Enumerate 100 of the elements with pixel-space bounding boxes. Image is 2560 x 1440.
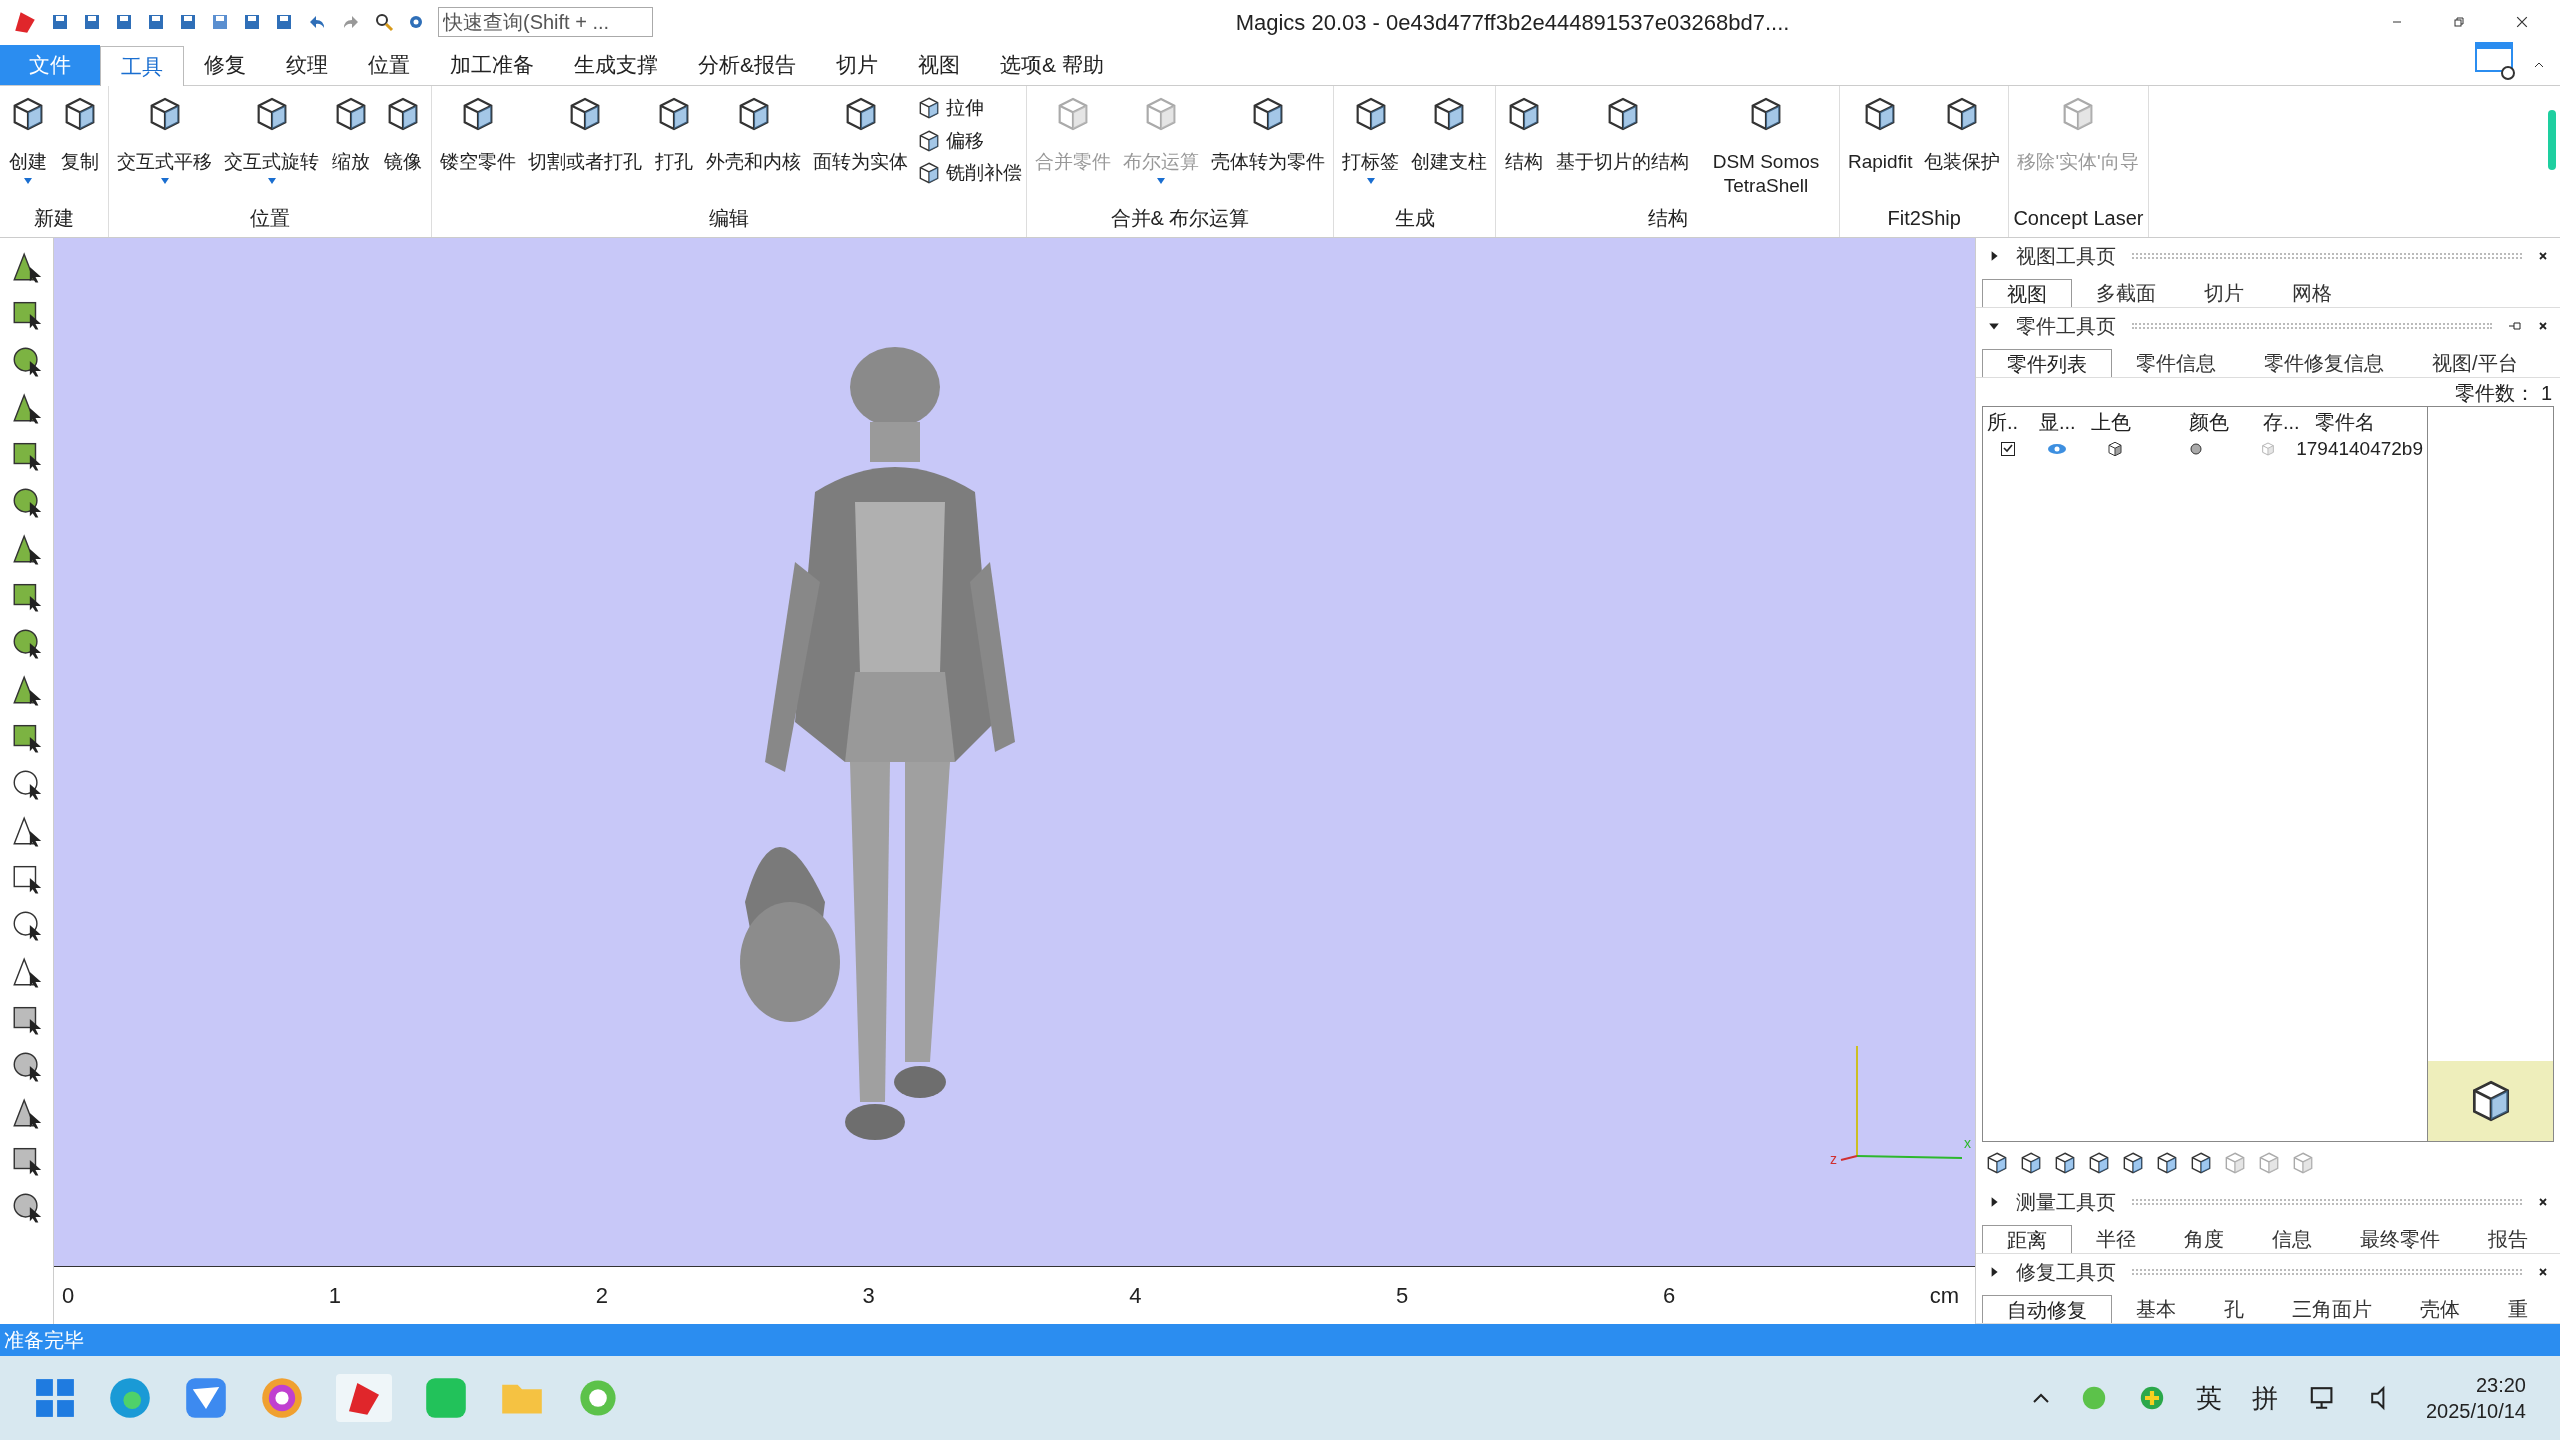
menu-tab[interactable]: 位置	[348, 45, 430, 85]
close-icon[interactable]	[2538, 1267, 2548, 1277]
panel-tab[interactable]: 网格	[2268, 279, 2356, 307]
column-header[interactable]: 存...	[2259, 407, 2311, 435]
panel-tab[interactable]: 半径	[2072, 1225, 2160, 1253]
quick-access-icon[interactable]	[178, 12, 198, 32]
quick-access-icon[interactable]	[242, 12, 262, 32]
panel-tab[interactable]: 壳体	[2396, 1295, 2484, 1323]
ribbon-tool-button[interactable]: Rapidfit	[1844, 86, 1917, 203]
ribbon-small-button[interactable]: 铣削补偿	[916, 159, 1022, 188]
quick-access-icon[interactable]	[146, 12, 166, 32]
browser-icon[interactable]	[108, 1376, 152, 1420]
close-icon[interactable]	[2538, 1197, 2548, 1207]
part-count: 零件数： 1	[2455, 381, 2552, 406]
ribbon-tool-button[interactable]: 结构	[1500, 86, 1548, 203]
caret-icon[interactable]	[24, 178, 32, 184]
panel-tab[interactable]: 三角面片	[2268, 1295, 2396, 1323]
menu-tab[interactable]: 生成支撑	[554, 45, 678, 85]
input-method-indicator[interactable]: 拼	[2251, 1378, 2278, 1418]
panel-title: 视图工具页	[2016, 244, 2116, 269]
ribbon-tool-button[interactable]: 创建支柱	[1407, 86, 1491, 203]
ribbon-tool-button[interactable]: 交互式平移	[113, 86, 216, 203]
ribbon-group-label: 结构	[1646, 206, 1689, 231]
ruler-tick-label: 0	[62, 1282, 76, 1310]
ribbon-group-label: 编辑	[708, 206, 750, 231]
close-icon[interactable]	[2538, 251, 2548, 261]
ribbon-tool-button[interactable]: 镂空零件	[436, 86, 520, 203]
ribbon-tool-button[interactable]: 镜像	[379, 86, 427, 203]
color-wheel-icon[interactable]	[260, 1376, 304, 1420]
column-header[interactable]: 上色	[2087, 407, 2159, 435]
bird-app-icon[interactable]	[184, 1376, 228, 1420]
menu-tab[interactable]: 纹理	[266, 45, 348, 85]
ribbon-tool-button[interactable]: 交互式旋转	[220, 86, 323, 203]
menu-tab[interactable]: 修复	[184, 45, 266, 85]
menu-tab[interactable]: 选项& 帮助	[980, 45, 1124, 85]
panel-tab[interactable]: 信息	[2248, 1225, 2336, 1253]
chevron-up-icon[interactable]	[2031, 1392, 2050, 1404]
quick-access-icon[interactable]	[210, 12, 230, 32]
panel-tab[interactable]: 自动修复	[1982, 1295, 2112, 1323]
pin-icon[interactable]	[2508, 321, 2522, 331]
ribbon-tool-button[interactable]: 面转为实体	[809, 86, 912, 203]
zoom-icon[interactable]	[374, 12, 394, 32]
ribbon-tool-button[interactable]: 外壳和内核	[702, 86, 805, 203]
quick-access-icon[interactable]	[50, 12, 70, 32]
part-name[interactable]: 1794140472b9	[2292, 434, 2427, 464]
panel-tab[interactable]: 角度	[2160, 1225, 2248, 1253]
column-header[interactable]: 显...	[2035, 407, 2087, 435]
panel-tab[interactable]: 基本	[2112, 1295, 2200, 1323]
menu-tab[interactable]: 加工准备	[430, 45, 554, 85]
panel-tab[interactable]: 视图/平台	[2408, 349, 2542, 377]
checkbox[interactable]	[2000, 442, 2015, 456]
close-icon[interactable]	[2538, 321, 2548, 331]
ribbon-small-button[interactable]: 拉伸	[916, 94, 1022, 123]
ribbon-tool-button[interactable]: 基于切片的结构	[1552, 86, 1693, 203]
panel-tab[interactable]: 视图	[1982, 279, 2072, 307]
quick-access-icon[interactable]	[114, 12, 134, 32]
ribbon-group-label: Fit2Ship	[1886, 206, 1962, 231]
settings-icon[interactable]	[2474, 41, 2518, 81]
caret-icon[interactable]	[160, 178, 169, 184]
ribbon-group-label: Concept Laser	[2013, 206, 2144, 231]
panel-tab[interactable]: 报告	[2464, 1225, 2552, 1253]
menu-tab[interactable]: 视图	[898, 45, 980, 85]
ribbon-tool-button[interactable]: 创建	[4, 86, 52, 203]
panel-tab[interactable]: 距离	[1982, 1225, 2072, 1253]
menu-tab[interactable]: 工具	[100, 46, 184, 86]
panel-tab[interactable]: 多截面	[2072, 279, 2180, 307]
caret-icon[interactable]	[267, 178, 276, 184]
quick-access-icon[interactable]	[82, 12, 102, 32]
panel-tab[interactable]: 最终零件	[2336, 1225, 2464, 1253]
ribbon-tool-button[interactable]: DSM Somos TetraShell	[1697, 86, 1835, 203]
menu-tab[interactable]: 分析&报告	[678, 45, 816, 85]
ribbon-tool-button[interactable]: 包装保护	[1920, 86, 2005, 203]
column-header[interactable]: 零件名	[2311, 407, 2427, 435]
ribbon-tool-button[interactable]: 壳体转为零件	[1207, 86, 1329, 203]
eye-icon[interactable]	[2046, 443, 2067, 455]
ruler-tick-label: 4	[1129, 1282, 1143, 1310]
column-header[interactable]: 所..	[1983, 407, 2035, 435]
panel-tab[interactable]: 零件修复信息	[2240, 349, 2408, 377]
panel-title: 零件工具页	[2016, 314, 2116, 339]
column-header[interactable]: 颜色	[2159, 407, 2259, 435]
ribbon-tool-button[interactable]: 缩放	[327, 86, 375, 203]
start-icon[interactable]	[34, 1377, 76, 1419]
input-method-indicator[interactable]: 英	[2195, 1378, 2222, 1418]
panel-tab[interactable]: 零件信息	[2112, 349, 2240, 377]
collapse-ribbon-icon[interactable]	[2534, 61, 2544, 69]
caret-icon[interactable]	[1366, 178, 1375, 184]
panel-tab[interactable]: 切片	[2180, 279, 2268, 307]
ribbon-tool-button[interactable]: 打孔	[650, 86, 698, 203]
panel-tab[interactable]: 零件列表	[1982, 349, 2112, 377]
ribbon-tool-button[interactable]: 打标签	[1338, 86, 1403, 203]
ribbon-tool-button[interactable]: 复制	[56, 86, 104, 203]
ribbon-tool-button[interactable]: 切割或者打孔	[524, 86, 646, 203]
panel-tab[interactable]: 重	[2484, 1295, 2552, 1323]
ruler-tick-label: 1	[328, 1282, 343, 1310]
panel-tab[interactable]: 孔	[2200, 1295, 2268, 1323]
search-field[interactable]: 快速查询(Shift + ...	[438, 7, 653, 37]
menu-tab[interactable]: 切片	[816, 45, 898, 85]
quick-access-icon[interactable]	[274, 12, 294, 32]
ribbon-small-button[interactable]: 偏移	[916, 126, 1022, 155]
color-swatch[interactable]	[2190, 443, 2203, 455]
